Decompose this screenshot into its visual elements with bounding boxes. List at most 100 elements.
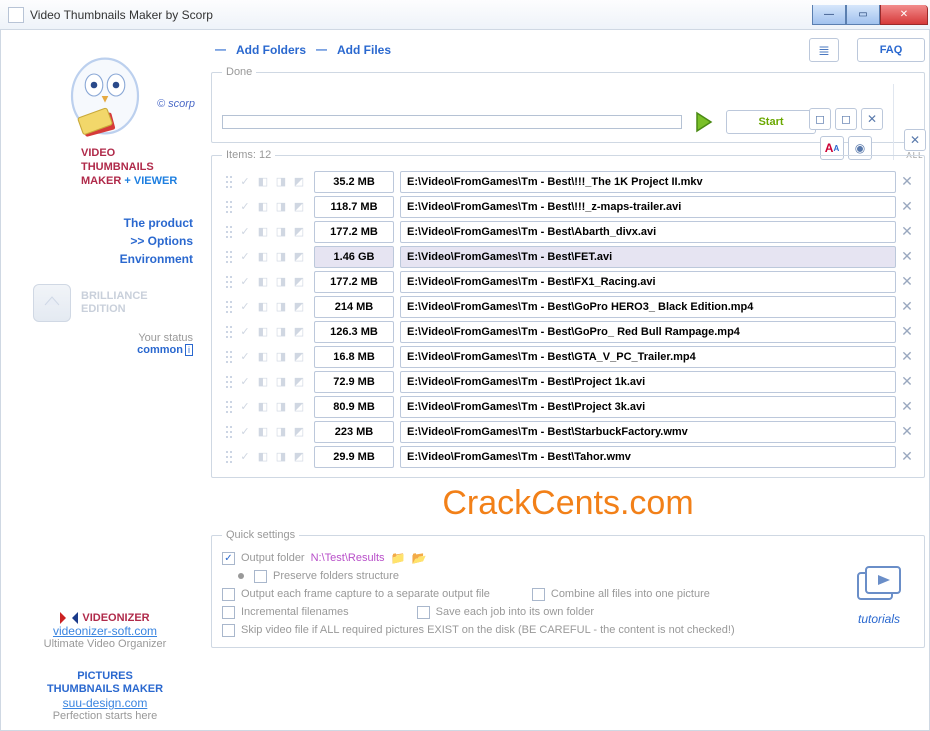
check-icon[interactable]: ✓ [236, 425, 254, 438]
play-icon[interactable] [690, 110, 718, 134]
thumb2-icon[interactable]: ◨ [272, 200, 290, 213]
remove-row-icon[interactable]: ✕ [896, 198, 918, 215]
thumb1-icon[interactable]: ◧ [254, 425, 272, 438]
remove-row-icon[interactable]: ✕ [896, 248, 918, 265]
remove-row-icon[interactable]: ✕ [896, 448, 918, 465]
check-icon[interactable]: ✓ [236, 450, 254, 463]
table-row[interactable]: ✓◧◨◩1.46 GBE:\Video\FromGames\Tm - Best\… [222, 244, 918, 269]
info-icon[interactable]: i [185, 344, 193, 356]
remove-row-icon[interactable]: ✕ [896, 298, 918, 315]
drag-grip-icon[interactable] [222, 400, 236, 414]
thumb3-icon[interactable]: ◩ [290, 175, 308, 188]
preserve-checkbox[interactable] [254, 570, 267, 583]
thumb1-icon[interactable]: ◧ [254, 175, 272, 188]
nav-options[interactable]: >> Options [9, 234, 193, 248]
maximize-button[interactable]: ▭ [846, 5, 880, 25]
thumb2-icon[interactable]: ◨ [272, 325, 290, 338]
outeach-checkbox[interactable] [222, 588, 235, 601]
thumb2-icon[interactable]: ◨ [272, 275, 290, 288]
thumb3-icon[interactable]: ◩ [290, 250, 308, 263]
check-icon[interactable]: ✓ [236, 325, 254, 338]
checkbox-small2-button[interactable]: ◻ [835, 108, 857, 130]
thumb1-icon[interactable]: ◧ [254, 225, 272, 238]
remove-row-icon[interactable]: ✕ [896, 323, 918, 340]
add-files-link[interactable]: Add Files [333, 43, 395, 57]
thumb1-icon[interactable]: ◧ [254, 350, 272, 363]
thumb1-icon[interactable]: ◧ [254, 325, 272, 338]
check-icon[interactable]: ✓ [236, 250, 254, 263]
minimize-button[interactable]: — [812, 5, 846, 25]
thumb1-icon[interactable]: ◧ [254, 450, 272, 463]
browse-folder-icon[interactable]: 📁 [391, 551, 406, 565]
thumb2-icon[interactable]: ◨ [272, 350, 290, 363]
tutorials-button[interactable]: tutorials [840, 565, 918, 626]
drag-grip-icon[interactable] [222, 275, 236, 289]
remove-row-icon[interactable]: ✕ [896, 398, 918, 415]
table-row[interactable]: ✓◧◨◩214 MBE:\Video\FromGames\Tm - Best\G… [222, 294, 918, 319]
check-icon[interactable]: ✓ [236, 200, 254, 213]
drag-grip-icon[interactable] [222, 175, 236, 189]
table-row[interactable]: ✓◧◨◩16.8 MBE:\Video\FromGames\Tm - Best\… [222, 344, 918, 369]
table-row[interactable]: ✓◧◨◩118.7 MBE:\Video\FromGames\Tm - Best… [222, 194, 918, 219]
check-icon[interactable]: ✓ [236, 300, 254, 313]
status-value[interactable]: common [137, 344, 183, 356]
thumb2-icon[interactable]: ◨ [272, 175, 290, 188]
thumb3-icon[interactable]: ◩ [290, 325, 308, 338]
thumb1-icon[interactable]: ◧ [254, 375, 272, 388]
remove-row-icon[interactable]: ✕ [896, 273, 918, 290]
table-row[interactable]: ✓◧◨◩177.2 MBE:\Video\FromGames\Tm - Best… [222, 269, 918, 294]
drag-grip-icon[interactable] [222, 225, 236, 239]
table-row[interactable]: ✓◧◨◩29.9 MBE:\Video\FromGames\Tm - Best\… [222, 444, 918, 469]
faq-button[interactable]: FAQ [857, 38, 925, 62]
table-row[interactable]: ✓◧◨◩35.2 MBE:\Video\FromGames\Tm - Best\… [222, 169, 918, 194]
list-view-button[interactable]: ≣ [809, 38, 839, 62]
check-icon[interactable]: ✓ [236, 225, 254, 238]
drag-grip-icon[interactable] [222, 325, 236, 339]
remove-row-icon[interactable]: ✕ [896, 223, 918, 240]
thumb3-icon[interactable]: ◩ [290, 225, 308, 238]
thumb2-icon[interactable]: ◨ [272, 425, 290, 438]
drag-grip-icon[interactable] [222, 250, 236, 264]
table-row[interactable]: ✓◧◨◩223 MBE:\Video\FromGames\Tm - Best\S… [222, 419, 918, 444]
open-folder-icon[interactable]: 📂 [412, 551, 427, 565]
output-folder-checkbox[interactable] [222, 552, 235, 565]
thumb3-icon[interactable]: ◩ [290, 275, 308, 288]
check-icon[interactable]: ✓ [236, 400, 254, 413]
check-icon[interactable]: ✓ [236, 375, 254, 388]
thumb3-icon[interactable]: ◩ [290, 200, 308, 213]
combine-checkbox[interactable] [532, 588, 545, 601]
checkbox-small-button[interactable]: ◻ [809, 108, 831, 130]
thumb1-icon[interactable]: ◧ [254, 275, 272, 288]
thumb2-icon[interactable]: ◨ [272, 250, 290, 263]
thumb1-icon[interactable]: ◧ [254, 300, 272, 313]
table-row[interactable]: ✓◧◨◩80.9 MBE:\Video\FromGames\Tm - Best\… [222, 394, 918, 419]
thumb3-icon[interactable]: ◩ [290, 425, 308, 438]
thumb2-icon[interactable]: ◨ [272, 450, 290, 463]
add-folders-link[interactable]: Add Folders [232, 43, 310, 57]
thumb2-icon[interactable]: ◨ [272, 375, 290, 388]
check-icon[interactable]: ✓ [236, 175, 254, 188]
thumb1-icon[interactable]: ◧ [254, 250, 272, 263]
ptm-link[interactable]: suu-design.com [9, 696, 201, 710]
clear-all-button[interactable]: ✕ [904, 129, 926, 151]
thumb1-icon[interactable]: ◧ [254, 400, 272, 413]
drag-grip-icon[interactable] [222, 375, 236, 389]
nav-environment[interactable]: Environment [9, 252, 193, 266]
check-icon[interactable]: ✓ [236, 275, 254, 288]
drag-grip-icon[interactable] [222, 200, 236, 214]
drag-grip-icon[interactable] [222, 450, 236, 464]
thumb3-icon[interactable]: ◩ [290, 375, 308, 388]
start-button[interactable]: Start [726, 110, 816, 134]
thumb1-icon[interactable]: ◧ [254, 200, 272, 213]
thumb3-icon[interactable]: ◩ [290, 350, 308, 363]
drag-grip-icon[interactable] [222, 425, 236, 439]
saveeach-checkbox[interactable] [417, 606, 430, 619]
thumb2-icon[interactable]: ◨ [272, 300, 290, 313]
skip-checkbox[interactable] [222, 624, 235, 637]
remove-row-icon[interactable]: ✕ [896, 373, 918, 390]
drag-grip-icon[interactable] [222, 300, 236, 314]
thumb3-icon[interactable]: ◩ [290, 400, 308, 413]
check-icon[interactable]: ✓ [236, 350, 254, 363]
thumb2-icon[interactable]: ◨ [272, 400, 290, 413]
table-row[interactable]: ✓◧◨◩72.9 MBE:\Video\FromGames\Tm - Best\… [222, 369, 918, 394]
